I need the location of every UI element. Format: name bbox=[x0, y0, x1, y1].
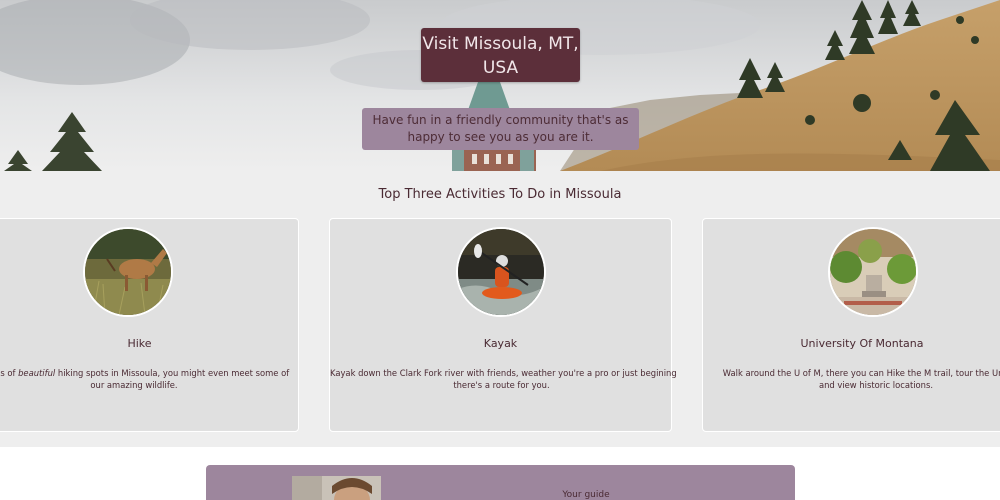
hero-subtitle: Have fun in a friendly community that's … bbox=[362, 108, 639, 150]
activity-description-hike-line-2: our amazing wildlife. bbox=[90, 380, 178, 390]
activity-title-kayak: Kayak bbox=[483, 337, 518, 350]
activity-description-university: Walk around the U of M, there you can Hi… bbox=[711, 367, 1000, 391]
hero-banner: Visit Missoula, MT, USA Have fun in a fr… bbox=[0, 0, 1000, 171]
activities-heading: Top Three Activities To Do in Missoula bbox=[378, 187, 622, 202]
activity-card-university[interactable]: University Of Montana Walk around the U … bbox=[702, 218, 1000, 432]
activities-section: Top Three Activities To Do in Missoula H… bbox=[0, 171, 1000, 447]
activity-description-kayak-line-2: there's a route for you. bbox=[453, 380, 550, 390]
hero-subtitle-line-1: Have fun in a friendly community that's … bbox=[372, 113, 629, 127]
hero-title-line-1: Visit Missoula, MT, bbox=[422, 34, 579, 54]
activity-description-university-line-2: and view historic locations. bbox=[818, 380, 934, 390]
hero-subtitle-line-2: happy to see you as you are it. bbox=[407, 130, 594, 144]
activity-title-hike: Hike bbox=[127, 337, 152, 350]
deer-photo-icon bbox=[83, 227, 173, 317]
hero-title: Visit Missoula, MT, USA bbox=[421, 28, 580, 82]
activity-title-university: University Of Montana bbox=[800, 337, 924, 350]
activity-description-hike-line-1: e tons of beautiful hiking spots in Miss… bbox=[0, 368, 290, 378]
kayak-photo-icon bbox=[456, 227, 546, 317]
hero-title-line-2: USA bbox=[482, 58, 519, 78]
activity-card-hike[interactable]: Hike e tons of beautiful hiking spots in… bbox=[0, 218, 299, 432]
guide-avatar bbox=[292, 476, 381, 500]
activity-description-kayak-line-1: Kayak down the Clark Fork river with fri… bbox=[330, 368, 677, 378]
activity-description-kayak: Kayak down the Clark Fork river with fri… bbox=[330, 367, 677, 391]
activity-description-hike: e tons of beautiful hiking spots in Miss… bbox=[0, 367, 291, 391]
activity-card-kayak[interactable]: Kayak Kayak down the Clark Fork river wi… bbox=[329, 218, 677, 432]
activity-description-university-line-1: Walk around the U of M, there you can Hi… bbox=[722, 368, 1000, 378]
guide-label: Your guide bbox=[562, 490, 610, 500]
campus-photo-icon bbox=[828, 227, 918, 317]
guide-section: Your guide bbox=[206, 465, 795, 500]
